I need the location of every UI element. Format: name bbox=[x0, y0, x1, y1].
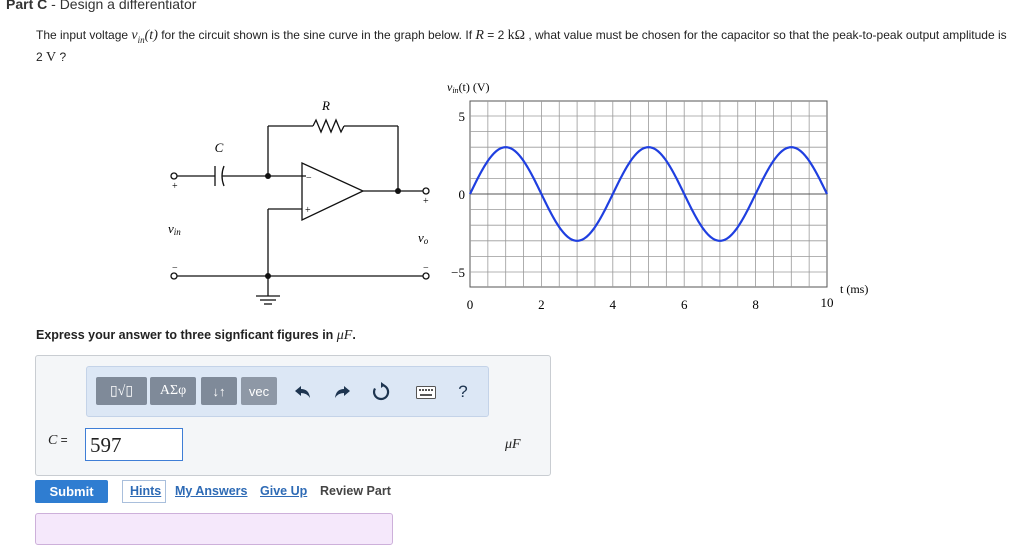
vin-label: vin bbox=[168, 221, 181, 237]
x-tick-label: 4 bbox=[610, 297, 617, 312]
y-tick-label: −5 bbox=[451, 265, 465, 280]
input-terminal-top bbox=[170, 172, 178, 180]
junction-node bbox=[395, 188, 401, 194]
answer-equals: = bbox=[57, 433, 68, 447]
feedback-panel bbox=[35, 513, 393, 545]
voltage-graph: 0 2 4 6 8 10 5 0 −5 vin(t) (V) t (ms) bbox=[447, 80, 868, 312]
junction-node bbox=[265, 273, 271, 279]
reset-icon[interactable] bbox=[369, 380, 393, 404]
give-up-link[interactable]: Give Up bbox=[260, 484, 307, 498]
y-tick-label: 0 bbox=[459, 187, 466, 202]
x-tick-label: 6 bbox=[681, 297, 688, 312]
y-axis-label: vin(t) (V) bbox=[447, 80, 490, 95]
output-terminal-top bbox=[422, 187, 430, 195]
x-tick-labels: 0 2 4 6 8 10 bbox=[467, 295, 834, 312]
vin-minus-sign: − bbox=[172, 263, 178, 274]
undo-icon[interactable] bbox=[291, 380, 315, 404]
vin-label-sub: in bbox=[174, 227, 182, 237]
x-tick-label: 0 bbox=[467, 297, 474, 312]
y-label-rest: (t) (V) bbox=[459, 80, 490, 94]
opamp-minus-sign: − bbox=[306, 173, 312, 184]
instruction-unit: μF bbox=[336, 328, 353, 343]
junction-node bbox=[265, 173, 271, 179]
circuit-junctions bbox=[265, 173, 401, 279]
my-answers-link[interactable]: My Answers bbox=[175, 484, 247, 498]
subscript-superscript-button[interactable]: ↓↑ bbox=[201, 377, 237, 405]
vo-label-sub: o bbox=[424, 236, 429, 246]
opamp-triangle bbox=[301, 161, 365, 222]
instruction-text: Express your answer to three signficant … bbox=[36, 328, 356, 344]
help-button[interactable]: ? bbox=[451, 380, 475, 404]
answer-unit: μF bbox=[505, 437, 521, 452]
equation-toolbar: ▯√▯ ΑΣφ ↓↑ vec ? bbox=[86, 366, 489, 417]
vo-plus-sign: + bbox=[423, 196, 429, 207]
keyboard-icon[interactable] bbox=[414, 380, 438, 404]
vo-minus-sign: − bbox=[423, 263, 429, 274]
y-tick-labels: 5 0 −5 bbox=[451, 109, 465, 280]
resistor-label: R bbox=[321, 98, 330, 113]
vin-plus-sign: + bbox=[172, 181, 178, 192]
resistor-zigzag bbox=[312, 118, 345, 134]
hints-link[interactable]: Hints bbox=[130, 484, 161, 498]
figure-canvas: R C − + + − + − vin vo 0 2 4 6 8 10 5 0 −5 vin(… bbox=[168, 80, 868, 312]
x-axis-label: t (ms) bbox=[840, 282, 868, 296]
capacitor-label: C bbox=[215, 140, 224, 155]
opamp-plus-sign: + bbox=[305, 205, 311, 216]
redo-icon[interactable] bbox=[330, 380, 354, 404]
review-part-label: Review Part bbox=[320, 484, 391, 498]
x-tick-label: 10 bbox=[821, 295, 834, 310]
instruction-body: Express your answer to three signficant … bbox=[36, 328, 337, 342]
answer-variable-label: C = bbox=[48, 433, 68, 449]
instruction-end: . bbox=[352, 328, 356, 342]
templates-button[interactable]: ▯√▯ bbox=[96, 377, 147, 405]
answer-variable: C bbox=[48, 433, 58, 448]
capacitance-answer-input[interactable]: 597 bbox=[85, 428, 183, 461]
circuit-diagram bbox=[170, 118, 430, 305]
greek-symbols-button[interactable]: ΑΣφ bbox=[150, 377, 196, 405]
x-tick-label: 8 bbox=[752, 297, 759, 312]
submit-button[interactable]: Submit bbox=[35, 480, 108, 503]
y-tick-label: 5 bbox=[459, 109, 466, 124]
x-tick-label: 2 bbox=[538, 297, 545, 312]
vector-button[interactable]: vec bbox=[241, 377, 277, 405]
vo-label: vo bbox=[418, 230, 429, 246]
